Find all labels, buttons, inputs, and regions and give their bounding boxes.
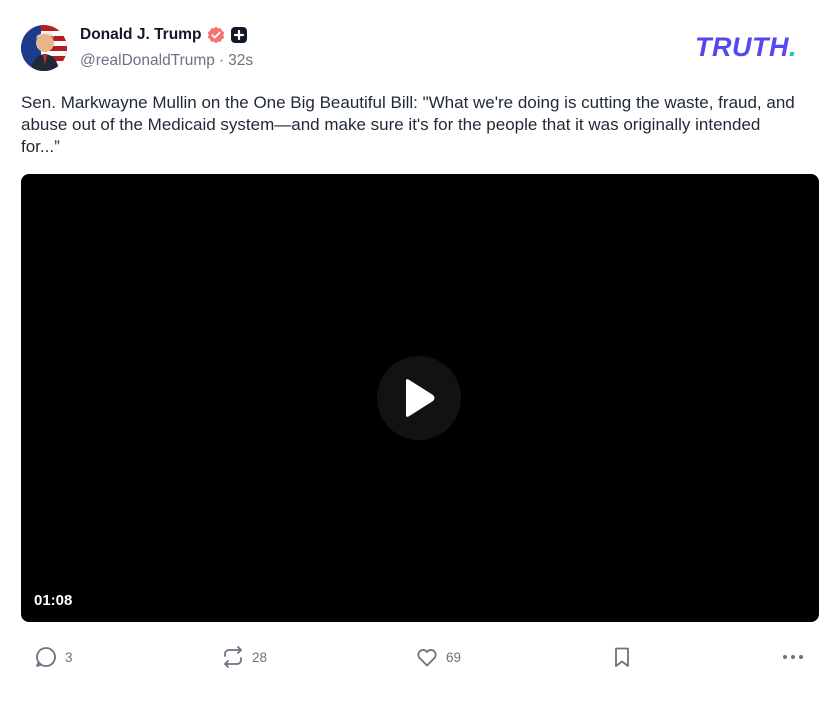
author-handle[interactable]: @realDonaldTrump	[80, 52, 215, 70]
reply-icon	[36, 647, 56, 667]
reply-count: 3	[65, 649, 73, 665]
play-icon	[406, 379, 435, 417]
like-count: 69	[446, 649, 462, 665]
avatar[interactable]	[21, 25, 67, 71]
post-header: Donald J. Trump @realDonaldTrump · 32s T…	[21, 24, 819, 74]
video-duration: 01:08	[34, 592, 73, 609]
bookmark-button[interactable]	[610, 640, 634, 674]
post-timestamp[interactable]: 32s	[228, 52, 253, 70]
truth-logo-dot: .	[789, 32, 797, 62]
author-display-name[interactable]: Donald J. Trump	[80, 26, 201, 44]
more-options-button[interactable]	[781, 640, 805, 674]
post-actions: 3 28 69	[21, 640, 819, 674]
heart-icon	[417, 649, 437, 667]
video-player[interactable]: 01:08	[21, 174, 819, 622]
truth-logo-text: TRUTH	[695, 32, 789, 62]
meta-separator: ·	[218, 52, 225, 69]
more-icon	[783, 655, 803, 659]
truth-logo[interactable]: TRUTH.	[695, 32, 819, 62]
retruth-button[interactable]: 28	[221, 640, 267, 674]
retruth-count: 28	[252, 649, 268, 665]
bookmark-icon	[615, 647, 629, 667]
reply-button[interactable]: 3	[34, 640, 73, 674]
post-text: Sen. Markwayne Mullin on the One Big Bea…	[21, 93, 795, 156]
verified-badge-icon	[207, 26, 225, 44]
like-button[interactable]: 69	[415, 640, 461, 674]
plus-square-icon	[231, 27, 248, 43]
author-meta: @realDonaldTrump · 32s	[80, 52, 253, 70]
play-button[interactable]	[377, 356, 461, 440]
svg-text:TRUTH.: TRUTH.	[695, 32, 797, 62]
author-name-row: Donald J. Trump	[80, 26, 248, 44]
retruth-icon	[224, 646, 242, 668]
